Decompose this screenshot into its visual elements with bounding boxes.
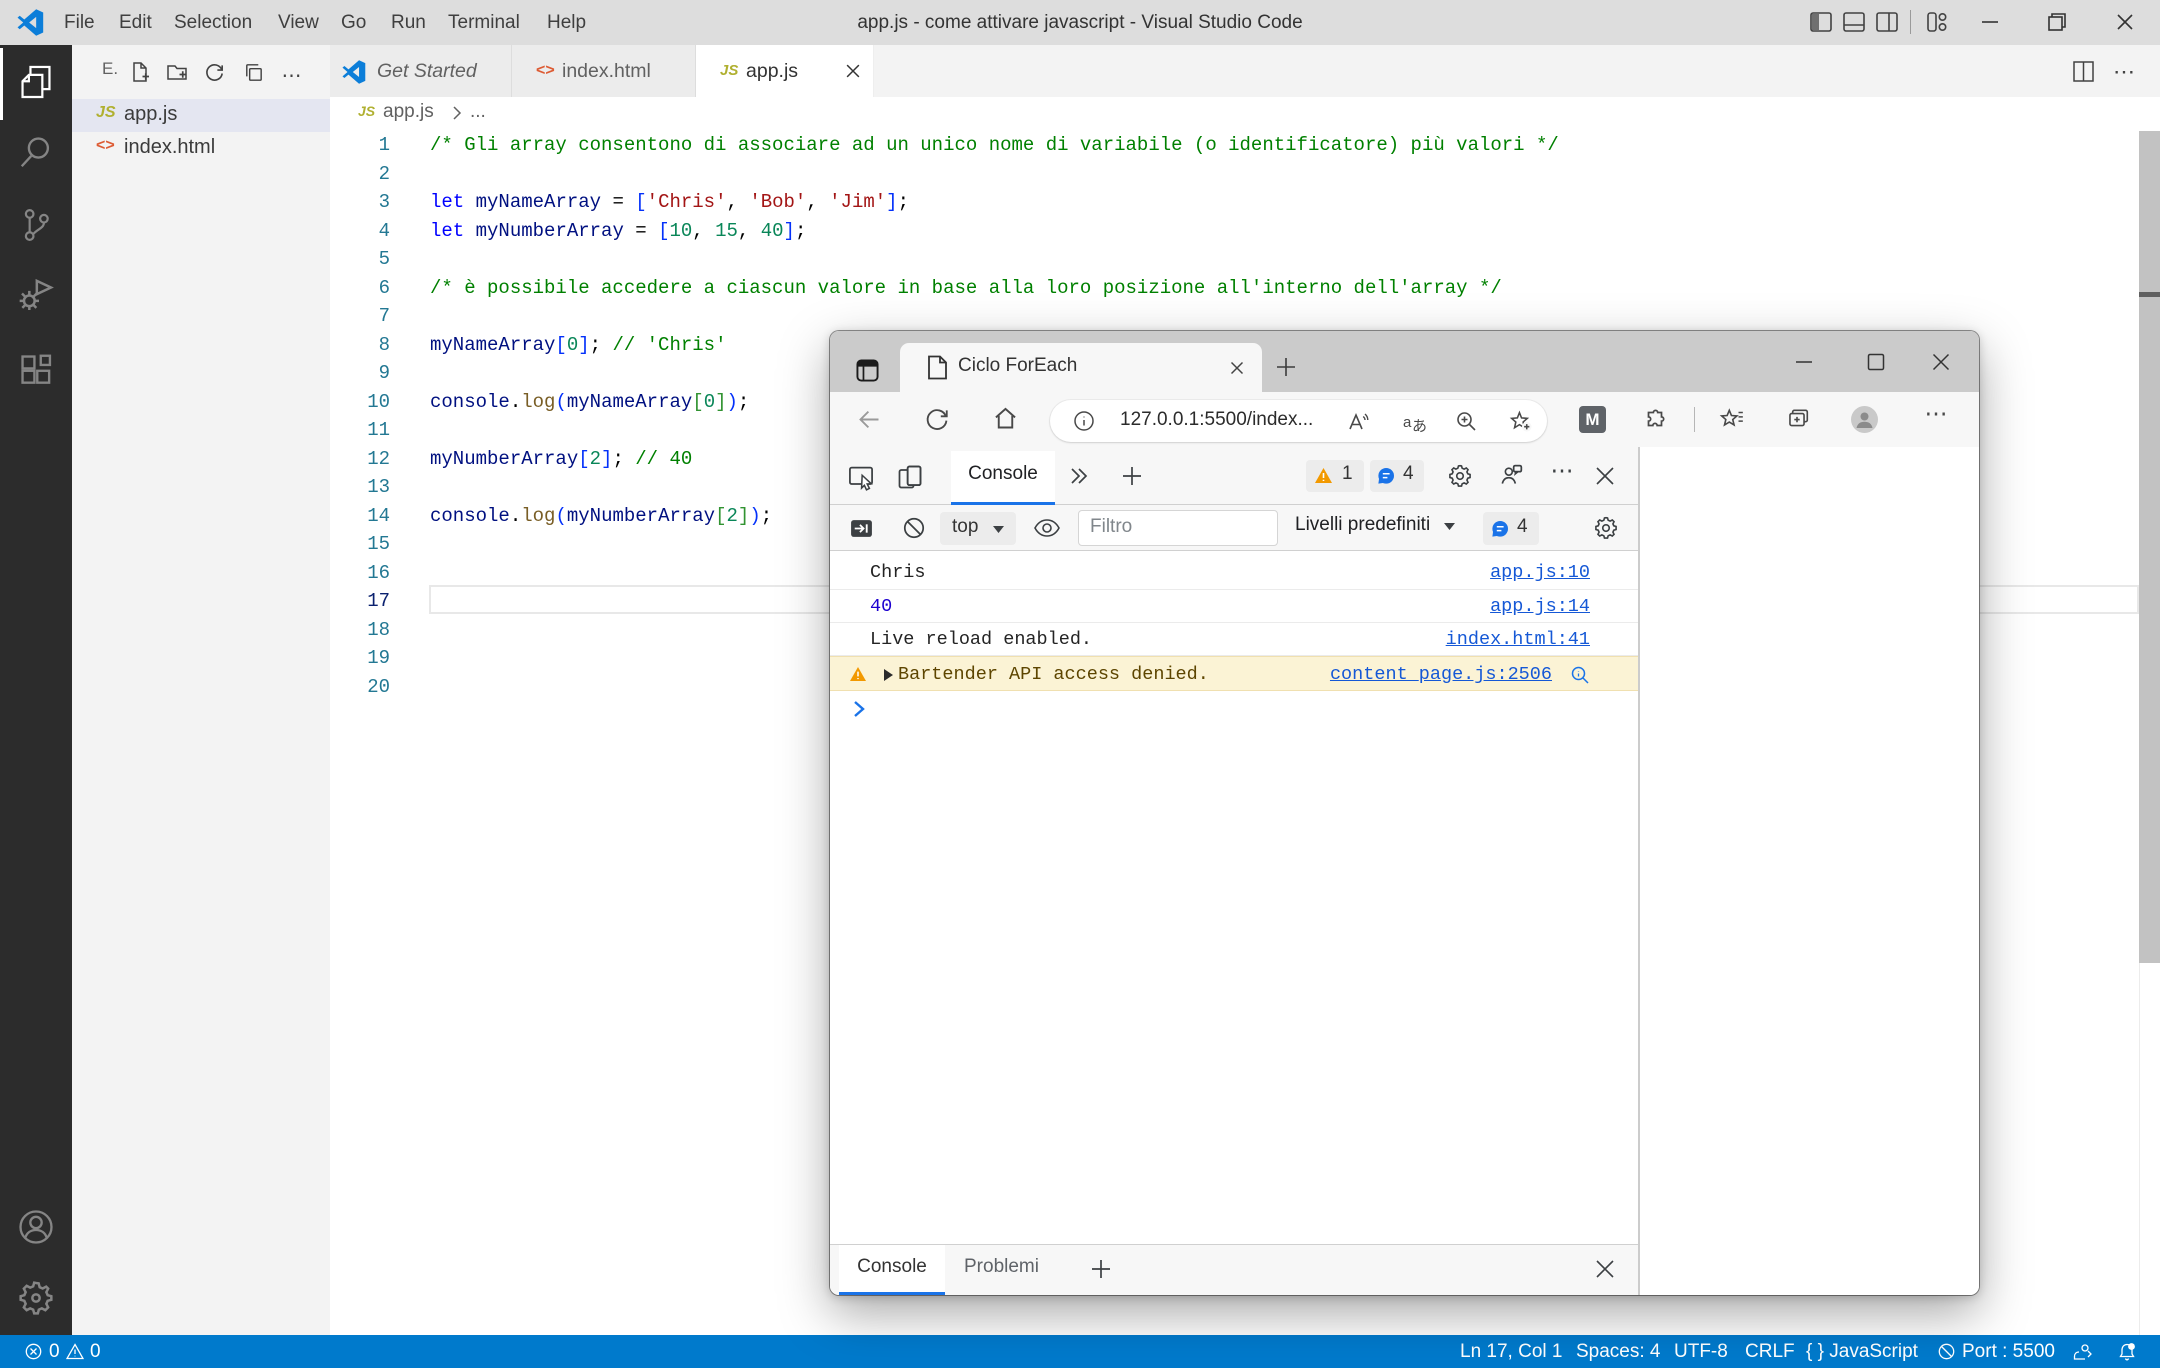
svg-text:a: a	[1403, 414, 1412, 431]
svg-text:あ: あ	[1412, 418, 1427, 435]
